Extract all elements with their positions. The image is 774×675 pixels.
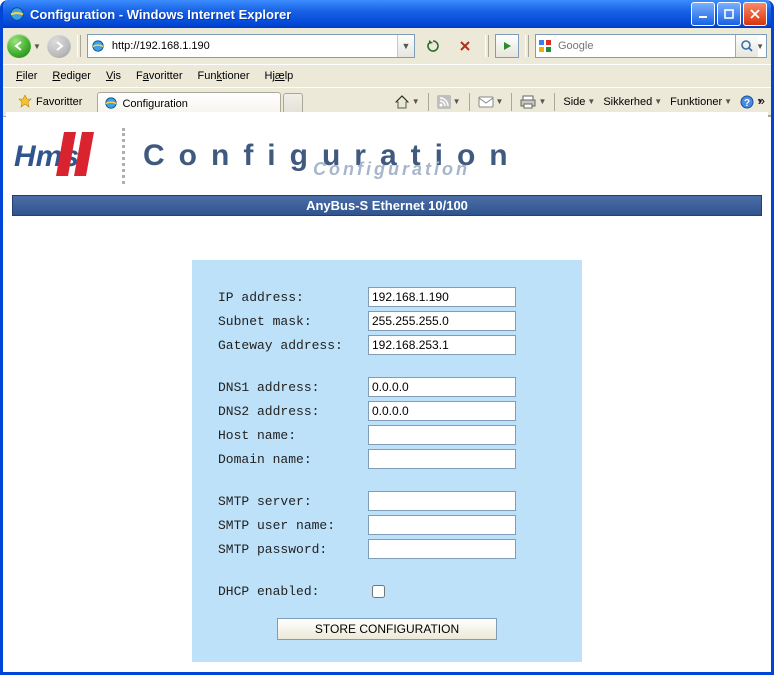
host-input[interactable] — [368, 425, 516, 445]
menu-favorites[interactable]: Favoritter — [129, 67, 189, 85]
svg-text:?: ? — [744, 98, 750, 109]
brand-row: Hms Configuration Configuration — [6, 112, 768, 189]
tools-menu-label: Funktioner — [670, 96, 722, 108]
config-form: IP address: Subnet mask: Gateway address… — [192, 260, 582, 662]
ip-label: IP address: — [218, 290, 368, 305]
search-provider-dropdown[interactable]: ▼ — [756, 42, 764, 51]
subnet-label: Subnet mask: — [218, 314, 368, 329]
home-button[interactable]: ▼ — [391, 92, 423, 112]
minimize-button[interactable] — [691, 2, 715, 26]
go-button[interactable] — [495, 34, 519, 58]
address-input[interactable] — [108, 40, 397, 52]
print-button[interactable]: ▼ — [517, 93, 549, 111]
address-bar[interactable]: ▼ — [87, 34, 415, 58]
page-menu-label: Side — [563, 96, 585, 108]
browser-window: Configuration - Windows Internet Explore… — [0, 0, 774, 675]
ie-icon — [104, 96, 118, 113]
safety-menu[interactable]: Sikkerhed ▼ — [600, 94, 665, 110]
star-icon — [18, 94, 32, 111]
feeds-button[interactable]: ▼ — [434, 93, 464, 111]
menu-view[interactable]: Vis — [99, 67, 128, 85]
ip-input[interactable] — [368, 287, 516, 307]
mail-button[interactable]: ▼ — [475, 94, 507, 110]
stop-button[interactable] — [451, 34, 479, 58]
tools-menu[interactable]: Funktioner ▼ — [667, 94, 735, 110]
menu-edit[interactable]: Rediger — [45, 67, 98, 85]
host-label: Host name: — [218, 428, 368, 443]
subnet-input[interactable] — [368, 311, 516, 331]
tab-title: Configuration — [122, 98, 187, 110]
section-band: AnyBus-S Ethernet 10/100 — [12, 195, 762, 216]
forward-button[interactable] — [47, 34, 71, 58]
close-button[interactable] — [743, 2, 767, 26]
dns1-input[interactable] — [368, 377, 516, 397]
divider — [122, 128, 125, 184]
page-subtitle: Configuration — [313, 159, 470, 180]
gateway-label: Gateway address: — [218, 338, 368, 353]
menu-tools[interactable]: Funktioner — [191, 67, 257, 85]
search-go-button[interactable] — [735, 35, 758, 57]
hms-logo: Hms — [14, 126, 104, 185]
search-box[interactable]: ▼ — [535, 34, 767, 58]
dns2-input[interactable] — [368, 401, 516, 421]
dhcp-label: DHCP enabled: — [218, 584, 368, 599]
gateway-input[interactable] — [368, 335, 516, 355]
dns1-label: DNS1 address: — [218, 380, 368, 395]
smtp-server-input[interactable] — [368, 491, 516, 511]
refresh-button[interactable] — [419, 34, 447, 58]
favorites-bar-button[interactable]: Favoritter — [9, 91, 91, 113]
dhcp-checkbox[interactable] — [372, 585, 385, 598]
page-heading: Configuration Configuration — [143, 139, 760, 173]
ie-icon — [9, 6, 25, 22]
dns2-label: DNS2 address: — [218, 404, 368, 419]
u: F — [16, 70, 23, 82]
overflow-chevron-icon[interactable]: » — [758, 93, 765, 108]
store-configuration-button[interactable]: STORE CONFIGURATION — [277, 618, 497, 640]
smtp-server-label: SMTP server: — [218, 494, 368, 509]
nav-row: ▼ ▼ — [3, 28, 771, 64]
favorites-label: Favoritter — [36, 96, 82, 108]
smtp-pass-input[interactable] — [368, 539, 516, 559]
safety-menu-label: Sikkerhed — [603, 96, 652, 108]
page-content: Hms Configuration Configuration AnyBus-S… — [6, 112, 768, 669]
band-text: AnyBus-S Ethernet 10/100 — [306, 198, 468, 213]
menu-file[interactable]: FFileriler — [9, 67, 44, 85]
address-dropdown[interactable]: ▼ — [397, 35, 414, 57]
menu-bar: FFileriler Rediger Vis Favoritter Funkti… — [3, 64, 771, 87]
menu-help[interactable]: Hjælp — [258, 67, 301, 85]
smtp-pass-label: SMTP password: — [218, 542, 368, 557]
maximize-button[interactable] — [717, 2, 741, 26]
smtp-user-input[interactable] — [368, 515, 516, 535]
titlebar: Configuration - Windows Internet Explore… — [3, 0, 771, 28]
page-menu[interactable]: Side ▼ — [560, 94, 598, 110]
search-input[interactable] — [554, 40, 735, 52]
domain-label: Domain name: — [218, 452, 368, 467]
page-icon — [88, 39, 108, 53]
back-button[interactable] — [7, 34, 31, 58]
back-history-dropdown[interactable]: ▼ — [33, 42, 41, 51]
google-icon — [536, 39, 554, 53]
domain-input[interactable] — [368, 449, 516, 469]
smtp-user-label: SMTP user name: — [218, 518, 368, 533]
window-title: Configuration - Windows Internet Explore… — [30, 7, 691, 22]
